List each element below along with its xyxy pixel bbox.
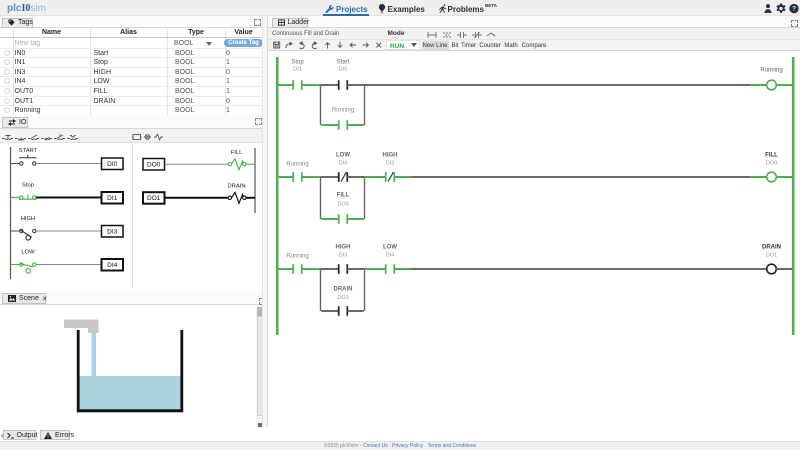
svg-text:DI1: DI1 xyxy=(107,195,118,202)
svg-text:Running: Running xyxy=(286,254,308,260)
svg-text:LOW: LOW xyxy=(336,153,350,159)
svg-text:LOW: LOW xyxy=(21,250,35,256)
svg-text:Running: Running xyxy=(286,162,308,168)
svg-text:FILL: FILL xyxy=(765,153,778,159)
svg-text:HIGH: HIGH xyxy=(383,153,398,159)
svg-text:DI4: DI4 xyxy=(107,262,118,269)
svg-text:?: ? xyxy=(792,6,796,13)
svg-text:DI0: DI0 xyxy=(339,67,348,73)
svg-text:DI0: DI0 xyxy=(107,161,118,168)
svg-text:LOW: LOW xyxy=(383,245,397,251)
svg-text:FILL: FILL xyxy=(337,193,350,199)
svg-text:DI3: DI3 xyxy=(339,253,348,259)
svg-text:Running: Running xyxy=(760,68,782,74)
svg-text:DI3: DI3 xyxy=(107,229,118,236)
svg-text:Stop: Stop xyxy=(291,60,304,66)
svg-text:DI1: DI1 xyxy=(293,67,302,73)
svg-text:HIGH: HIGH xyxy=(21,216,36,222)
svg-text:HIGH: HIGH xyxy=(336,245,351,251)
svg-text:DO1: DO1 xyxy=(337,295,348,301)
svg-text:START: START xyxy=(19,148,38,154)
svg-text:DO0: DO0 xyxy=(147,162,161,169)
svg-text:DRAIN: DRAIN xyxy=(762,245,781,251)
svg-text:DRAIN: DRAIN xyxy=(334,287,353,293)
svg-text:DO0: DO0 xyxy=(337,202,348,208)
svg-text:DO0: DO0 xyxy=(766,161,777,167)
svg-text:DI3: DI3 xyxy=(386,161,395,167)
svg-text:Start: Start xyxy=(337,60,350,66)
svg-text:DI4: DI4 xyxy=(386,253,395,259)
svg-text:DI4: DI4 xyxy=(339,161,348,167)
svg-text:Stop: Stop xyxy=(22,183,34,189)
svg-text:FILL: FILL xyxy=(231,150,243,156)
svg-text:DO1: DO1 xyxy=(766,253,777,259)
svg-text:DO1: DO1 xyxy=(147,195,161,202)
svg-text:Running: Running xyxy=(332,108,354,114)
svg-text:DRAIN: DRAIN xyxy=(227,184,245,190)
